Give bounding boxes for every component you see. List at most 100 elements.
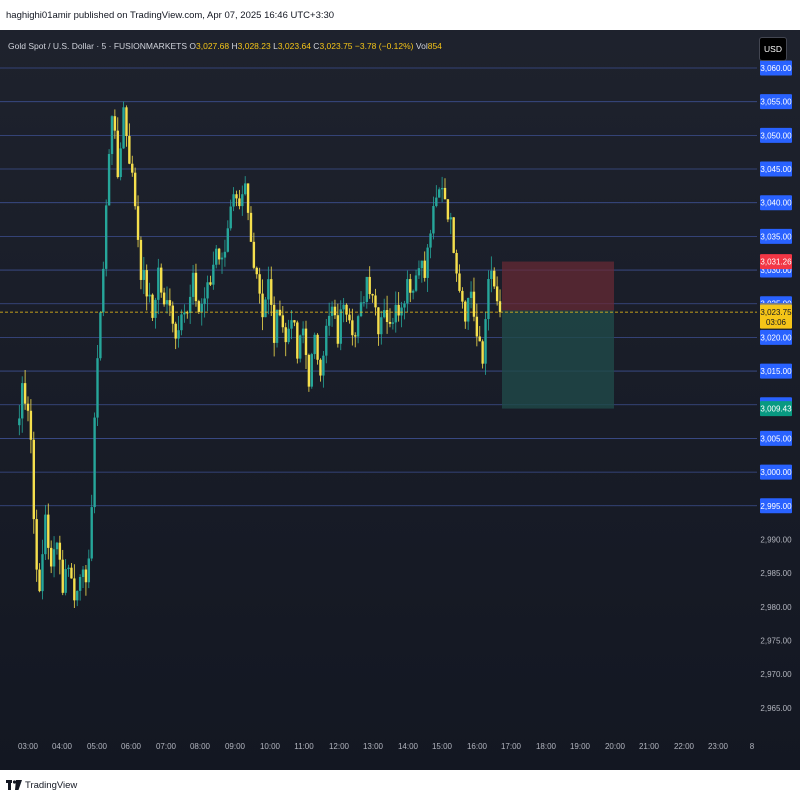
candle-body [484,319,487,364]
candle [336,303,340,348]
candle-body [397,304,400,316]
candle [18,405,21,436]
candle [232,187,235,212]
candle [377,307,380,346]
publish-info: haghighi01amir published on TradingView.… [6,10,335,21]
candle-body [464,301,467,322]
candle-body [38,569,41,592]
candle-body [183,312,186,315]
candle [293,319,296,327]
price-chart[interactable]: 2,965.00 2,970.00 2,975.00 2,980.00 2,985.00… [0,30,800,770]
candle-body [44,514,47,555]
candle [255,266,258,279]
candle-body [458,273,461,291]
candle [197,299,201,315]
candle-body [116,130,119,178]
stop-price-badge-text: 3,031.26 [760,258,792,267]
candle [264,297,267,318]
candle [475,303,479,347]
candle [296,320,299,364]
candle-body [469,291,473,298]
candle [113,109,117,139]
candle-body [107,153,111,206]
candle [270,266,273,316]
chart-area[interactable]: 2,965.00 2,970.00 2,975.00 2,980.00 2,985.00… [0,30,800,770]
candle [188,284,192,324]
candle [409,273,412,303]
candle [223,239,227,267]
candle-body [64,569,67,593]
candle-body [281,315,285,328]
symbol-name[interactable]: Gold Spot / U.S. Dollar · 5 · FUSIONMARK… [8,41,187,51]
level-badge-8: 3,020.00 [760,329,792,345]
candle [81,566,85,588]
level-badge-2-text: 3,050.00 [760,131,792,140]
candle [310,352,313,389]
candle-body [461,290,464,302]
candle [49,540,53,574]
level-badge-0: 3,060.00 [760,60,792,76]
candle-body [235,194,238,199]
candle-body [267,279,270,300]
candle-body [52,549,56,567]
candle [261,279,264,331]
candle-body [157,267,160,300]
candle [342,297,345,323]
candle-body [449,217,452,220]
candle-body [284,327,287,343]
candle [174,321,177,350]
candle [229,199,232,231]
candle-body [272,304,276,343]
candle [438,187,441,198]
candle-body [186,312,189,314]
candle [119,142,122,181]
candle-body [206,282,209,299]
x-tick-label-16: 19:00 [570,742,591,751]
candle [391,317,395,330]
level-badge-1: 3,055.00 [760,94,792,110]
candle-body [374,295,377,308]
candle [446,199,450,223]
target-price-badge-text: 3,009.43 [760,405,792,414]
candle-body [365,276,369,302]
candle-body [203,298,206,304]
candle [382,298,386,319]
candle [426,244,429,292]
candle [368,266,371,299]
candle-body [299,335,302,359]
candle [339,300,342,351]
candle-body [278,309,282,316]
currency-button[interactable]: USD [759,37,787,61]
candle [371,293,374,303]
x-tick-label-12: 15:00 [432,742,453,751]
candle [191,264,195,305]
candle-body [432,206,435,234]
candle [313,332,316,359]
candle-body [342,304,345,310]
candle-body [475,316,479,337]
candle-body [26,403,30,411]
x-tick-label-8: 11:00 [294,742,314,751]
level-badge-5: 3,035.00 [760,228,792,244]
candle [374,288,377,316]
candle [406,270,409,313]
candle-body [325,325,328,356]
candle [316,333,319,365]
candle-body [168,300,172,306]
candle-body [287,328,290,343]
candle [304,320,308,369]
candle [472,277,476,322]
candle [136,195,140,248]
candle-body [330,306,334,316]
y-tick-label-5: 2,990.00 [760,535,792,544]
x-tick-label-14: 17:00 [501,742,522,751]
candle-body [258,274,261,294]
candle-body [356,316,360,337]
candle-body [23,383,27,404]
tradingview-logo[interactable]: TradingView [6,779,77,791]
candle-body [119,148,122,178]
candle-body [290,320,293,329]
candle-body [61,559,64,593]
candle-body [215,248,218,265]
candle-body [128,135,131,164]
